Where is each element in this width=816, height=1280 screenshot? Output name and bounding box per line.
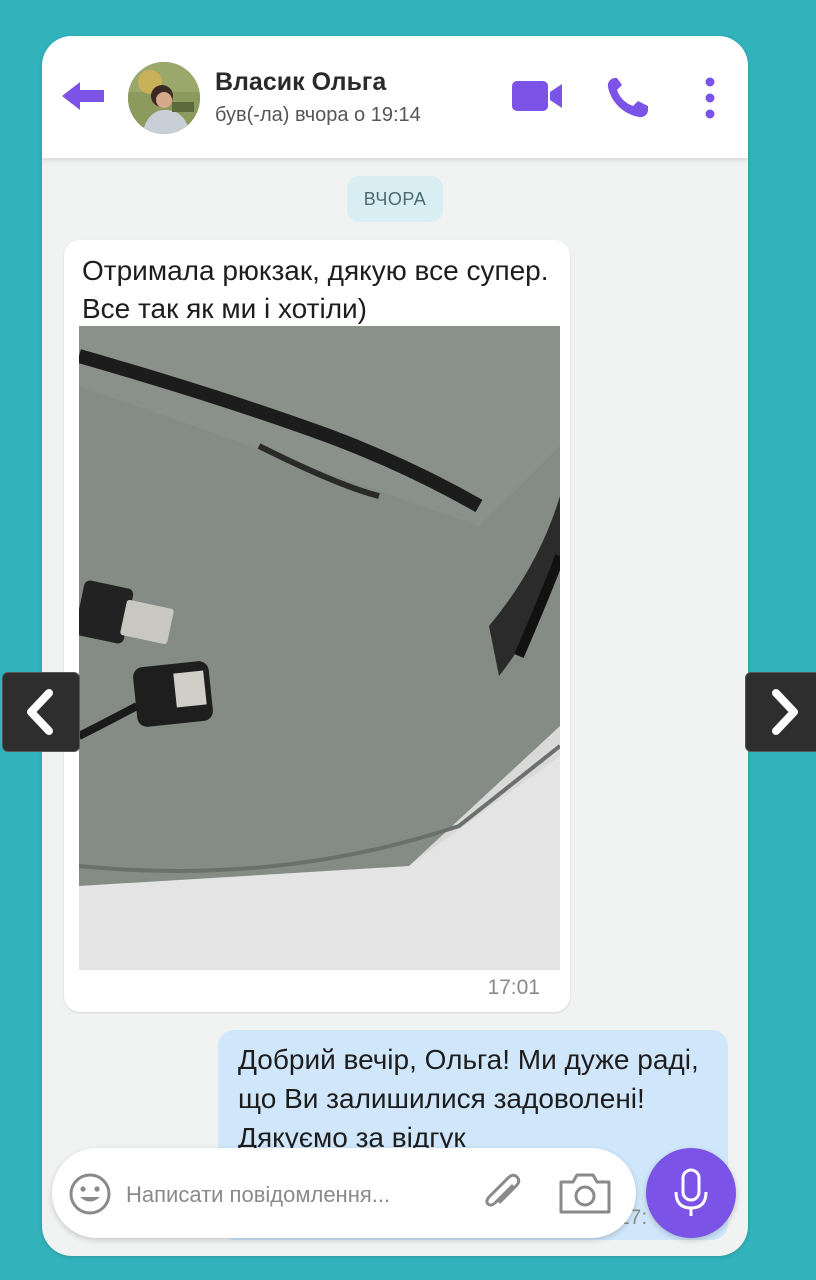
emoji-button[interactable] [68, 1172, 112, 1216]
video-camera-icon [512, 81, 562, 111]
chevron-right-icon [772, 689, 798, 735]
message-input[interactable] [124, 1174, 408, 1216]
chat-window: Власик Ольга був(-ла) вчора о 19:14 ВЧОР… [42, 36, 748, 1256]
attach-button[interactable] [482, 1172, 526, 1216]
microphone-icon [674, 1168, 708, 1216]
camera-icon [559, 1173, 611, 1214]
contact-status: був(-ла) вчора о 19:14 [215, 104, 421, 126]
message-text: Отримала рюкзак, дякую все супер. Все та… [82, 255, 549, 324]
phone-icon [607, 78, 648, 118]
avatar[interactable] [128, 62, 200, 134]
chat-header: Власик Ольга був(-ла) вчора о 19:14 [42, 36, 748, 158]
voice-call-button[interactable] [605, 76, 651, 120]
voice-message-button[interactable] [646, 1148, 736, 1238]
emoji-icon [69, 1173, 111, 1215]
more-options-button[interactable] [698, 76, 722, 120]
next-button[interactable] [745, 672, 816, 752]
message-text: Добрий вечір, Ольга! Ми дуже раді, що Ви… [238, 1044, 699, 1153]
video-call-button[interactable] [510, 78, 564, 114]
contact-name[interactable]: Власик Ольга [215, 68, 386, 97]
paperclip-icon [485, 1173, 521, 1207]
chevron-left-icon [27, 689, 53, 735]
more-vertical-icon [705, 77, 715, 119]
message-photo[interactable] [79, 326, 560, 970]
previous-button[interactable] [2, 672, 80, 752]
back-arrow-icon [62, 82, 104, 110]
date-separator: ВЧОРА [347, 176, 443, 222]
message-time: 17:01 [487, 976, 540, 999]
avatar-photo [128, 62, 200, 134]
back-button[interactable] [60, 78, 106, 114]
message-composer [52, 1148, 636, 1238]
backpack-photo [79, 326, 560, 970]
incoming-message[interactable]: Отримала рюкзак, дякую все супер. Все та… [64, 240, 570, 1012]
camera-button[interactable] [557, 1170, 613, 1216]
chat-area[interactable]: ВЧОРА Отримала рюкзак, дякую все супер. … [42, 158, 748, 1256]
